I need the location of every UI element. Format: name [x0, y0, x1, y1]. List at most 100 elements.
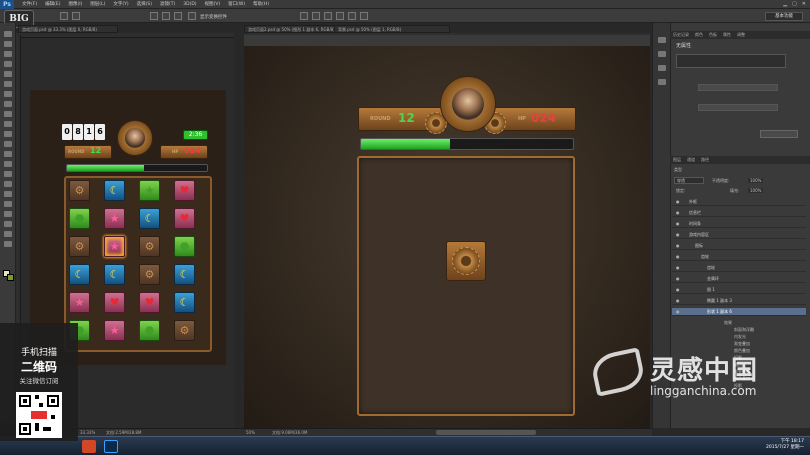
board-tile-heart[interactable]: ♥	[104, 292, 125, 313]
menu-edit[interactable]: 编辑(E)	[45, 1, 60, 7]
marquee-tool-icon[interactable]	[4, 41, 12, 47]
menu-view[interactable]: 视图(V)	[205, 1, 221, 7]
layer-row[interactable]: ● 金属环	[672, 275, 806, 283]
board-tile-moon[interactable]: ☾	[139, 208, 160, 229]
path-select-icon[interactable]	[4, 191, 12, 197]
layer-row[interactable]: ● 齿轮	[672, 264, 806, 272]
layer-row[interactable]: ● 椭圆 1 副本 3	[672, 297, 806, 305]
density-slider[interactable]	[698, 84, 778, 91]
distribute-icon[interactable]	[300, 12, 308, 20]
layer-effect-item[interactable]: 斜面和浮雕	[734, 327, 754, 333]
layer-effect-item[interactable]: 效果	[724, 320, 732, 326]
board-tile-moon[interactable]: ☾	[104, 264, 125, 285]
tab-paths[interactable]: 路径	[701, 156, 709, 164]
menu-select[interactable]: 选择(S)	[137, 1, 152, 7]
board-tile-gear[interactable]: ⚙	[139, 236, 160, 257]
tab-history[interactable]: 历史记录	[673, 31, 689, 39]
board-tile-heart[interactable]: ♥	[139, 292, 160, 313]
menu-help[interactable]: 帮助(H)	[253, 1, 269, 7]
board-tile-gear[interactable]: ⚙	[139, 264, 160, 285]
distribute-icon[interactable]	[312, 12, 320, 20]
tab-document-bg[interactable]: 背景.psd @ 50% (图层 1, RGB/8)	[334, 25, 450, 33]
3d-tool-icon[interactable]	[4, 211, 12, 217]
healing-brush-icon[interactable]	[4, 91, 12, 97]
hand-tool-icon[interactable]	[4, 221, 12, 227]
board-tile-gear[interactable]: ⚙	[174, 320, 195, 341]
actions-icon[interactable]	[658, 51, 666, 57]
brush-tool-icon[interactable]	[4, 101, 12, 107]
distribute-icon[interactable]	[324, 12, 332, 20]
mid-zoom[interactable]: 50%	[246, 430, 255, 435]
board-tile-heart[interactable]: ♥	[174, 180, 195, 201]
align-left-icon[interactable]	[150, 12, 158, 20]
visibility-eye-icon[interactable]: ●	[676, 275, 681, 282]
board-tile-green[interactable]: ⬣	[174, 236, 195, 257]
menu-filter[interactable]: 滤镜(T)	[160, 1, 175, 7]
board-tile-star[interactable]: ★	[69, 292, 90, 313]
zoom-tool-icon[interactable]	[4, 231, 12, 237]
visibility-eye-icon[interactable]: ●	[676, 297, 681, 304]
tab-adjustments[interactable]: 调整	[737, 31, 745, 39]
board-tile-star-green[interactable]: ★	[139, 180, 160, 201]
layer-row[interactable]: ● 图 1	[672, 286, 806, 294]
visibility-eye-icon[interactable]: ●	[676, 198, 681, 205]
board-tile-star[interactable]: ★	[104, 320, 125, 341]
visibility-eye-icon[interactable]: ●	[676, 308, 681, 315]
lasso-tool-icon[interactable]	[4, 51, 12, 57]
auto-select-checkbox[interactable]	[72, 12, 80, 20]
gradient-tool-icon[interactable]	[4, 141, 12, 147]
layer-row[interactable]: ● 图标	[672, 242, 806, 250]
horizontal-scrollbar[interactable]	[436, 430, 536, 435]
system-clock[interactable]: 下午 18:17 2015/7/27 星期一	[760, 438, 804, 450]
pen-tool-icon[interactable]	[4, 171, 12, 177]
board-tile-moon[interactable]: ☾	[174, 264, 195, 285]
tab-document-left[interactable]: 游戏页面.psd @ 33.3% (图层 0, RGB/8)	[18, 25, 118, 33]
distribute-icon[interactable]	[360, 12, 368, 20]
distribute-icon[interactable]	[348, 12, 356, 20]
visibility-eye-icon[interactable]: ●	[676, 242, 681, 249]
board-tile-moon[interactable]: ☾	[104, 180, 125, 201]
background-color-swatch[interactable]	[7, 274, 14, 281]
menu-type[interactable]: 文字(Y)	[113, 1, 128, 7]
more-tools-icon[interactable]	[4, 241, 12, 247]
move-tool-icon[interactable]	[60, 12, 68, 20]
eyedropper-icon[interactable]	[4, 81, 12, 87]
layer-effect-item[interactable]: 内发光	[734, 334, 746, 340]
visibility-eye-icon[interactable]: ●	[676, 286, 681, 293]
opacity-value[interactable]: 100%	[748, 178, 764, 183]
stamp-tool-icon[interactable]	[4, 111, 12, 117]
board-tile-green[interactable]: ⬣	[139, 320, 160, 341]
shape-tool-icon[interactable]	[4, 201, 12, 207]
board-tile-green[interactable]: ⬣	[69, 208, 90, 229]
board-tile-moon[interactable]: ☾	[69, 264, 90, 285]
board-tile-moon[interactable]: ☾	[174, 292, 195, 313]
distribute-icon[interactable]	[336, 12, 344, 20]
tab-color[interactable]: 颜色	[695, 31, 703, 39]
layer-row[interactable]: ● 外框	[672, 198, 806, 206]
board-tile-gear[interactable]: ⚙	[69, 180, 90, 201]
align-right-icon[interactable]	[174, 12, 182, 20]
board-tile-gear[interactable]: ⚙	[69, 236, 90, 257]
crop-tool-icon[interactable]	[4, 71, 12, 77]
dodge-tool-icon[interactable]	[4, 161, 12, 167]
workspace-switcher[interactable]: 基本功能	[765, 12, 803, 21]
menu-3d[interactable]: 3D(D)	[183, 2, 196, 7]
show-transform-checkbox[interactable]	[188, 12, 196, 20]
layer-effect-item[interactable]: 渐变叠加	[734, 341, 750, 347]
refine-button[interactable]	[760, 130, 798, 138]
layer-row[interactable]: ● 时间条	[672, 220, 806, 228]
eraser-tool-icon[interactable]	[4, 131, 12, 137]
fill-value[interactable]: 100%	[748, 188, 764, 193]
paragraph-icon[interactable]	[658, 79, 666, 85]
board-tile-star[interactable]: ★	[104, 208, 125, 229]
type-tool-icon[interactable]	[4, 181, 12, 187]
left-zoom[interactable]: 33.33%	[80, 430, 95, 435]
history-brush-icon[interactable]	[4, 121, 12, 127]
maximize-icon[interactable]: ▢	[792, 1, 797, 7]
align-center-icon[interactable]	[162, 12, 170, 20]
blur-tool-icon[interactable]	[4, 151, 12, 157]
blend-mode-select[interactable]: 穿透	[674, 177, 704, 184]
powerpoint-icon[interactable]	[82, 440, 96, 453]
photoshop-taskbar-icon[interactable]	[104, 440, 118, 453]
layer-row[interactable]: ● 信息栏	[672, 209, 806, 217]
